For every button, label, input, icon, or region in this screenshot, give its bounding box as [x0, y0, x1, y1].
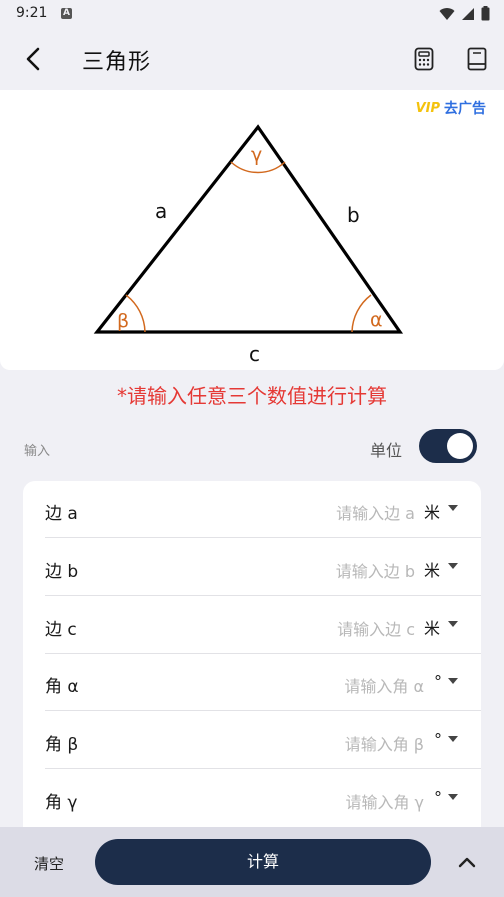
unit-select[interactable]: 米 [424, 615, 440, 639]
divider [45, 595, 481, 596]
book-button[interactable] [463, 44, 491, 74]
back-button[interactable] [18, 42, 48, 76]
unit-label: 单位 [370, 441, 403, 460]
angle-alpha-input[interactable]: 请输入角 α [344, 673, 424, 697]
field-row-angle-alpha[interactable]: 角 α 请输入角 α ° [23, 654, 481, 711]
input-section-label: 输入 [24, 444, 51, 459]
chevron-down-icon[interactable] [448, 678, 458, 684]
chevron-down-icon[interactable] [448, 794, 458, 800]
field-label: 边 c [45, 620, 77, 640]
unit-select[interactable]: 米 [424, 499, 440, 523]
input-card: 边 a 请输入边 a 米 边 b 请输入边 b 米 边 c 请输入边 c 米 角… [23, 481, 481, 841]
notification-icon: A [61, 8, 72, 19]
calculator-button[interactable] [410, 44, 438, 74]
field-label: 边 b [45, 562, 79, 582]
triangle-outline [93, 124, 404, 334]
field-row-side-a[interactable]: 边 a 请输入边 a 米 [23, 481, 481, 538]
chevron-down-icon[interactable] [448, 505, 458, 511]
status-time: 9:21 [16, 5, 48, 21]
calculate-button[interactable]: 计算 [95, 839, 431, 885]
calculator-icon [414, 47, 434, 71]
field-row-side-c[interactable]: 边 c 请输入边 c 米 [23, 597, 481, 654]
clear-button[interactable]: 清空 [34, 853, 64, 874]
field-label: 边 a [45, 504, 78, 524]
triangle-diagram-card: VIP 去广告 γ β α a b c [0, 90, 504, 370]
triangle-diagram: γ β α a b c [93, 124, 404, 366]
unit-select[interactable]: 米 [424, 557, 440, 581]
angle-gamma-input[interactable]: 请输入角 γ [345, 789, 424, 813]
chevron-down-icon[interactable] [448, 563, 458, 569]
unit-select[interactable]: ° [434, 672, 442, 691]
angle-gamma-label: γ [251, 144, 262, 166]
field-row-angle-beta[interactable]: 角 β 请输入角 β ° [23, 712, 481, 769]
field-label: 角 α [45, 677, 79, 697]
field-row-angle-gamma[interactable]: 角 γ 请输入角 γ ° [23, 770, 481, 827]
field-label: 角 β [45, 735, 79, 755]
unit-select[interactable]: ° [434, 788, 442, 807]
field-label: 角 γ [45, 793, 78, 813]
divider [45, 537, 481, 538]
wifi-icon [439, 7, 455, 20]
angle-alpha-arc [351, 294, 372, 333]
bottom-action-bar: 清空 计算 [0, 827, 504, 897]
side-b-label: b [347, 203, 360, 227]
unit-select[interactable]: ° [434, 730, 442, 749]
input-hint: *请输入任意三个数值进行计算 [117, 384, 387, 408]
chevron-up-icon [458, 857, 476, 868]
battery-icon [481, 6, 490, 21]
divider [45, 768, 481, 769]
chevron-down-icon[interactable] [448, 736, 458, 742]
side-c-input[interactable]: 请输入边 c [337, 616, 415, 640]
side-a-label: a [155, 199, 167, 223]
angle-beta-input[interactable]: 请输入角 β [345, 731, 424, 755]
page-title: 三角形 [82, 50, 152, 75]
side-c-label: c [249, 342, 260, 366]
angle-alpha-label: α [370, 309, 383, 331]
side-a-input[interactable]: 请输入边 a [336, 500, 415, 524]
expand-button[interactable] [456, 851, 478, 873]
chevron-down-icon[interactable] [448, 621, 458, 627]
book-icon [467, 47, 487, 71]
angle-beta-label: β [117, 310, 129, 332]
app-bar: 三角形 [0, 28, 504, 90]
status-bar: 9:21 A [0, 0, 504, 28]
side-b-input[interactable]: 请输入边 b [336, 558, 415, 582]
field-row-side-b[interactable]: 边 b 请输入边 b 米 [23, 539, 481, 596]
signal-icon [462, 7, 474, 20]
status-icons [439, 6, 490, 21]
unit-toggle[interactable] [419, 429, 477, 463]
divider [45, 710, 481, 711]
back-arrow-icon [26, 47, 40, 71]
toggle-knob [447, 433, 473, 459]
